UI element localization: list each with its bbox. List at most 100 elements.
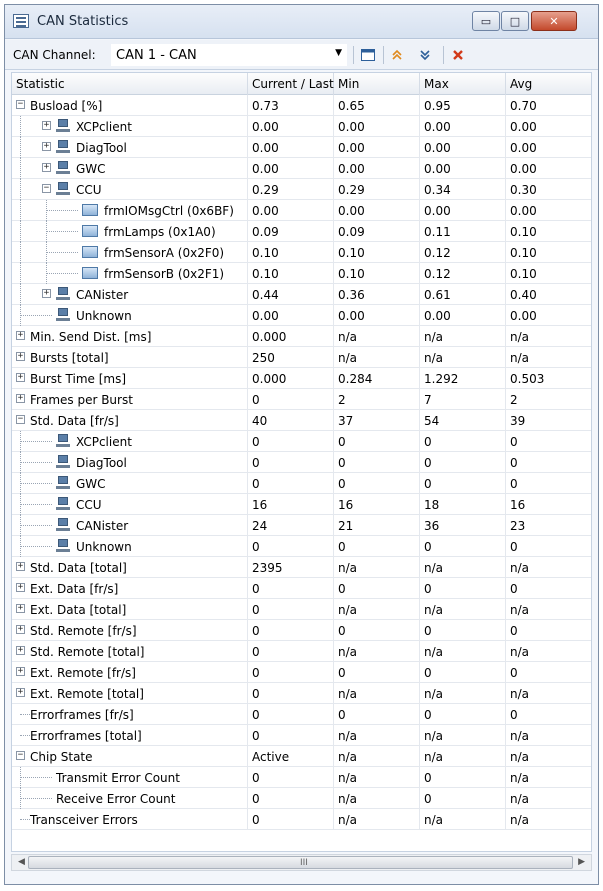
window-icon[interactable] [359, 46, 377, 64]
can-channel-select[interactable]: CAN 1 - CAN ▼ [111, 44, 347, 66]
statistic-label: Errorframes [total] [30, 729, 142, 743]
column-header-avg[interactable]: Avg [506, 73, 591, 95]
table-row[interactable]: + Std. Remote [total] 0 n/a n/a n/a [12, 641, 591, 662]
max-value-cell: n/a [420, 809, 506, 830]
table-row[interactable]: + CANister 0.44 0.36 0.61 0.40 [12, 284, 591, 305]
scroll-right-icon[interactable]: ▶ [578, 857, 585, 867]
min-value-cell: 16 [334, 494, 420, 515]
collapse-icon[interactable]: − [16, 751, 25, 760]
current-value-cell: 0.10 [248, 242, 334, 263]
collapse-icon[interactable]: − [16, 415, 25, 424]
table-row[interactable]: + Ext. Data [total] 0 n/a n/a n/a [12, 599, 591, 620]
expand-all-icon[interactable] [417, 46, 435, 64]
statistic-cell: + Std. Remote [fr/s] [12, 620, 248, 641]
table-row[interactable]: GWC 0 0 0 0 [12, 473, 591, 494]
table-row[interactable]: − Busload [%] 0.73 0.65 0.95 0.70 [12, 95, 591, 116]
scroll-left-icon[interactable]: ◀ [18, 857, 25, 867]
min-value-cell: n/a [334, 767, 420, 788]
table-row[interactable]: − Std. Data [fr/s] 40 37 54 39 [12, 410, 591, 431]
reset-icon[interactable] [449, 46, 467, 64]
statistic-label: XCPclient [76, 435, 132, 449]
table-row[interactable]: + Ext. Data [fr/s] 0 0 0 0 [12, 578, 591, 599]
close-button[interactable]: ✕ [531, 11, 577, 31]
title-bar[interactable]: CAN Statistics ▭ □ ✕ [5, 5, 598, 39]
expand-icon[interactable]: + [16, 394, 25, 403]
table-row[interactable]: Unknown 0 0 0 0 [12, 536, 591, 557]
min-value-cell: 0 [334, 431, 420, 452]
table-row[interactable]: + Ext. Remote [fr/s] 0 0 0 0 [12, 662, 591, 683]
statistic-cell: + Bursts [total] [12, 347, 248, 368]
tree-line [20, 263, 21, 284]
expand-icon[interactable]: + [16, 562, 25, 571]
table-row[interactable]: frmIOMsgCtrl (0x6BF) 0.00 0.00 0.00 0.00 [12, 200, 591, 221]
table-row[interactable]: Receive Error Count 0 n/a 0 n/a [12, 788, 591, 809]
avg-value-cell: n/a [506, 809, 591, 830]
expand-icon[interactable]: + [42, 142, 51, 151]
statistic-cell: GWC [12, 473, 248, 494]
table-row[interactable]: Transceiver Errors 0 n/a n/a n/a [12, 809, 591, 830]
table-row[interactable]: + Frames per Burst 0 2 7 2 [12, 389, 591, 410]
table-row[interactable]: − CCU 0.29 0.29 0.34 0.30 [12, 179, 591, 200]
maximize-button[interactable]: □ [501, 11, 529, 31]
table-row[interactable]: frmSensorB (0x2F1) 0.10 0.10 0.12 0.10 [12, 263, 591, 284]
min-value-cell: n/a [334, 788, 420, 809]
horizontal-scrollbar[interactable]: ◀ III ▶ [11, 854, 592, 871]
current-value-cell: 0 [248, 431, 334, 452]
collapse-icon[interactable]: − [42, 184, 51, 193]
column-header-min[interactable]: Min [334, 73, 420, 95]
scrollbar-thumb[interactable]: III [28, 856, 573, 869]
table-row[interactable]: + Std. Remote [fr/s] 0 0 0 0 [12, 620, 591, 641]
table-row[interactable]: CANister 24 21 36 23 [12, 515, 591, 536]
expand-icon[interactable]: + [16, 604, 25, 613]
column-header-max[interactable]: Max [420, 73, 506, 95]
column-header-statistic[interactable]: Statistic [12, 73, 248, 95]
table-row[interactable]: Errorframes [total] 0 n/a n/a n/a [12, 725, 591, 746]
expand-icon[interactable]: + [16, 688, 25, 697]
table-row[interactable]: + GWC 0.00 0.00 0.00 0.00 [12, 158, 591, 179]
table-row[interactable]: + Ext. Remote [total] 0 n/a n/a n/a [12, 683, 591, 704]
expand-icon[interactable]: + [16, 646, 25, 655]
max-value-cell: 0 [420, 431, 506, 452]
expand-icon[interactable]: + [16, 625, 25, 634]
table-row[interactable]: + Std. Data [total] 2395 n/a n/a n/a [12, 557, 591, 578]
tree-line [20, 200, 21, 221]
collapse-all-icon[interactable] [389, 46, 407, 64]
expand-icon[interactable]: + [42, 163, 51, 172]
expand-icon[interactable]: + [16, 352, 25, 361]
table-row[interactable]: Unknown 0.00 0.00 0.00 0.00 [12, 305, 591, 326]
statistic-label: XCPclient [76, 120, 132, 134]
expand-icon[interactable]: + [42, 121, 51, 130]
table-row[interactable]: − Chip State Active n/a n/a n/a [12, 746, 591, 767]
table-row[interactable]: + Min. Send Dist. [ms] 0.000 n/a n/a n/a [12, 326, 591, 347]
table-row[interactable]: frmLamps (0x1A0) 0.09 0.09 0.11 0.10 [12, 221, 591, 242]
min-value-cell: 37 [334, 410, 420, 431]
expand-icon[interactable]: + [16, 667, 25, 676]
table-row[interactable]: + Burst Time [ms] 0.000 0.284 1.292 0.503 [12, 368, 591, 389]
table-row[interactable]: + XCPclient 0.00 0.00 0.00 0.00 [12, 116, 591, 137]
max-value-cell: 0.00 [420, 116, 506, 137]
network-node-icon [56, 539, 70, 553]
chevron-down-icon[interactable]: ▼ [335, 48, 342, 58]
table-row[interactable]: frmSensorA (0x2F0) 0.10 0.10 0.12 0.10 [12, 242, 591, 263]
table-row[interactable]: + Bursts [total] 250 n/a n/a n/a [12, 347, 591, 368]
table-row[interactable]: + DiagTool 0.00 0.00 0.00 0.00 [12, 137, 591, 158]
expand-icon[interactable]: + [16, 331, 25, 340]
table-row[interactable]: DiagTool 0 0 0 0 [12, 452, 591, 473]
tree-line [20, 504, 52, 505]
scrollbar-grip-icon: III [300, 858, 308, 868]
table-row[interactable]: XCPclient 0 0 0 0 [12, 431, 591, 452]
column-header-current[interactable]: Current / Last [248, 73, 334, 95]
minimize-button[interactable]: ▭ [472, 11, 500, 31]
statistic-label: CCU [76, 183, 102, 197]
current-value-cell: 0.10 [248, 263, 334, 284]
tree-line [20, 179, 21, 200]
table-row[interactable]: Transmit Error Count 0 n/a 0 n/a [12, 767, 591, 788]
current-value-cell: 40 [248, 410, 334, 431]
expand-icon[interactable]: + [42, 289, 51, 298]
expand-icon[interactable]: + [16, 373, 25, 382]
table-row[interactable]: Errorframes [fr/s] 0 0 0 0 [12, 704, 591, 725]
current-value-cell: 0.00 [248, 200, 334, 221]
expand-icon[interactable]: + [16, 583, 25, 592]
collapse-icon[interactable]: − [16, 100, 25, 109]
table-row[interactable]: CCU 16 16 18 16 [12, 494, 591, 515]
